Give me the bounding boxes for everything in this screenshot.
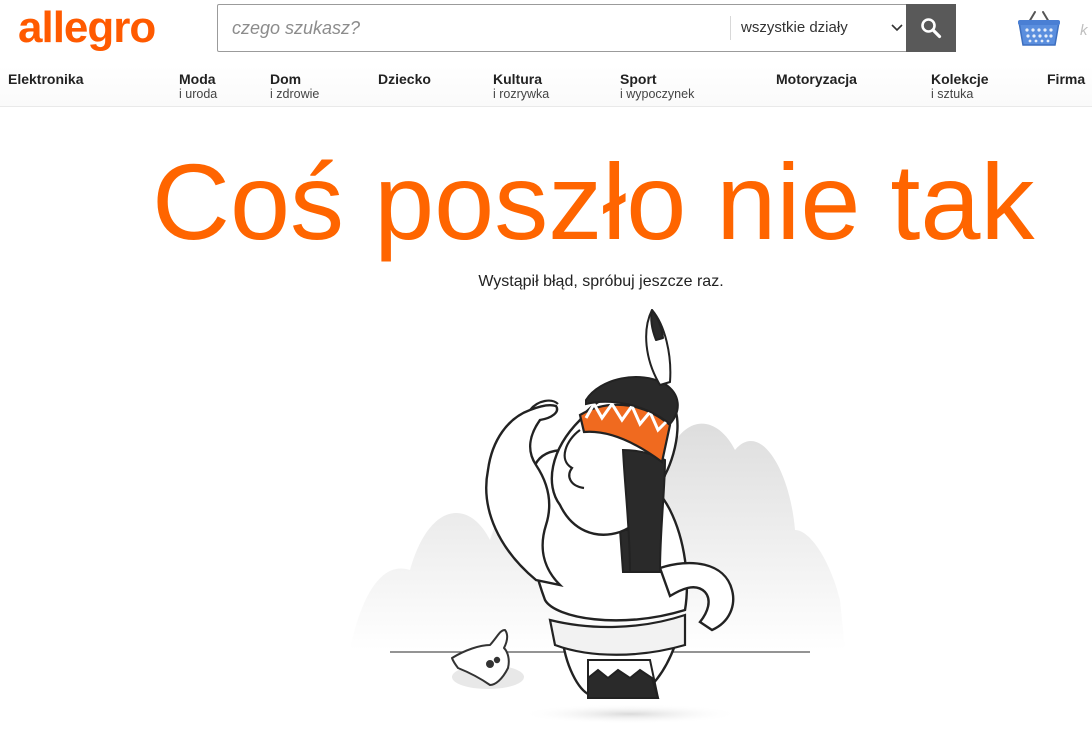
nav-item-sublabel: i zdrowie	[270, 87, 320, 101]
ground-shadow	[520, 704, 740, 724]
nav-item-label: Motoryzacja	[776, 71, 857, 87]
search-input[interactable]	[218, 5, 730, 51]
search-bar: wszystkie działy	[217, 4, 956, 52]
nav-item-dziecko[interactable]: Dziecko	[378, 72, 431, 87]
category-select[interactable]: wszystkie działy	[730, 16, 906, 40]
nav-item-sport[interactable]: Sport i wypoczynek	[620, 71, 695, 102]
error-message: Wystąpił błąd, spróbuj jeszcze raz.	[478, 273, 724, 290]
nav-item-label: Sport	[620, 71, 657, 87]
nav-item-motoryzacja[interactable]: Motoryzacja	[776, 72, 857, 87]
allegro-logo[interactable]: allegro	[18, 2, 156, 54]
nav-item-sublabel: i wypoczynek	[620, 87, 695, 101]
truncated-text: k	[1080, 22, 1088, 39]
page: allegro wszystkie działy	[0, 0, 1092, 747]
nav-item-dom[interactable]: Dom i zdrowie	[270, 71, 320, 102]
nav-item-label: Dom	[270, 71, 302, 87]
chevron-down-icon	[891, 24, 903, 32]
nav-item-label: Kolekcje	[931, 71, 989, 87]
nav-item-kultura[interactable]: Kultura i rozrywka	[493, 71, 550, 102]
header: allegro wszystkie działy	[0, 0, 1092, 60]
category-nav: Elektronika Moda i uroda Dom i zdrowie D…	[0, 66, 1092, 107]
error-illustration	[350, 309, 845, 724]
nav-item-sublabel: i sztuka	[931, 87, 974, 101]
search-button[interactable]	[906, 4, 956, 52]
nav-item-sublabel: i rozrywka	[493, 87, 550, 101]
error-title: Coś poszło nie tak	[152, 141, 1035, 262]
nav-item-moda[interactable]: Moda i uroda	[179, 71, 218, 102]
nav-item-label: Firma	[1047, 71, 1086, 87]
nav-item-label: Kultura	[493, 71, 542, 87]
nav-item-label: Moda	[179, 71, 216, 87]
nav-item-kolekcje[interactable]: Kolekcje i sztuka	[931, 71, 989, 102]
category-select-value: wszystkie działy	[741, 19, 848, 36]
nav-item-firma[interactable]: Firma	[1047, 72, 1085, 87]
nav-item-elektronika[interactable]: Elektronika	[8, 72, 83, 87]
basket-icon[interactable]	[1015, 8, 1063, 48]
nav-item-label: Dziecko	[378, 71, 431, 87]
nav-item-label: Elektronika	[8, 71, 84, 87]
search-icon	[921, 18, 942, 39]
feather-icon	[645, 309, 672, 386]
nav-item-sublabel: i uroda	[179, 87, 218, 101]
